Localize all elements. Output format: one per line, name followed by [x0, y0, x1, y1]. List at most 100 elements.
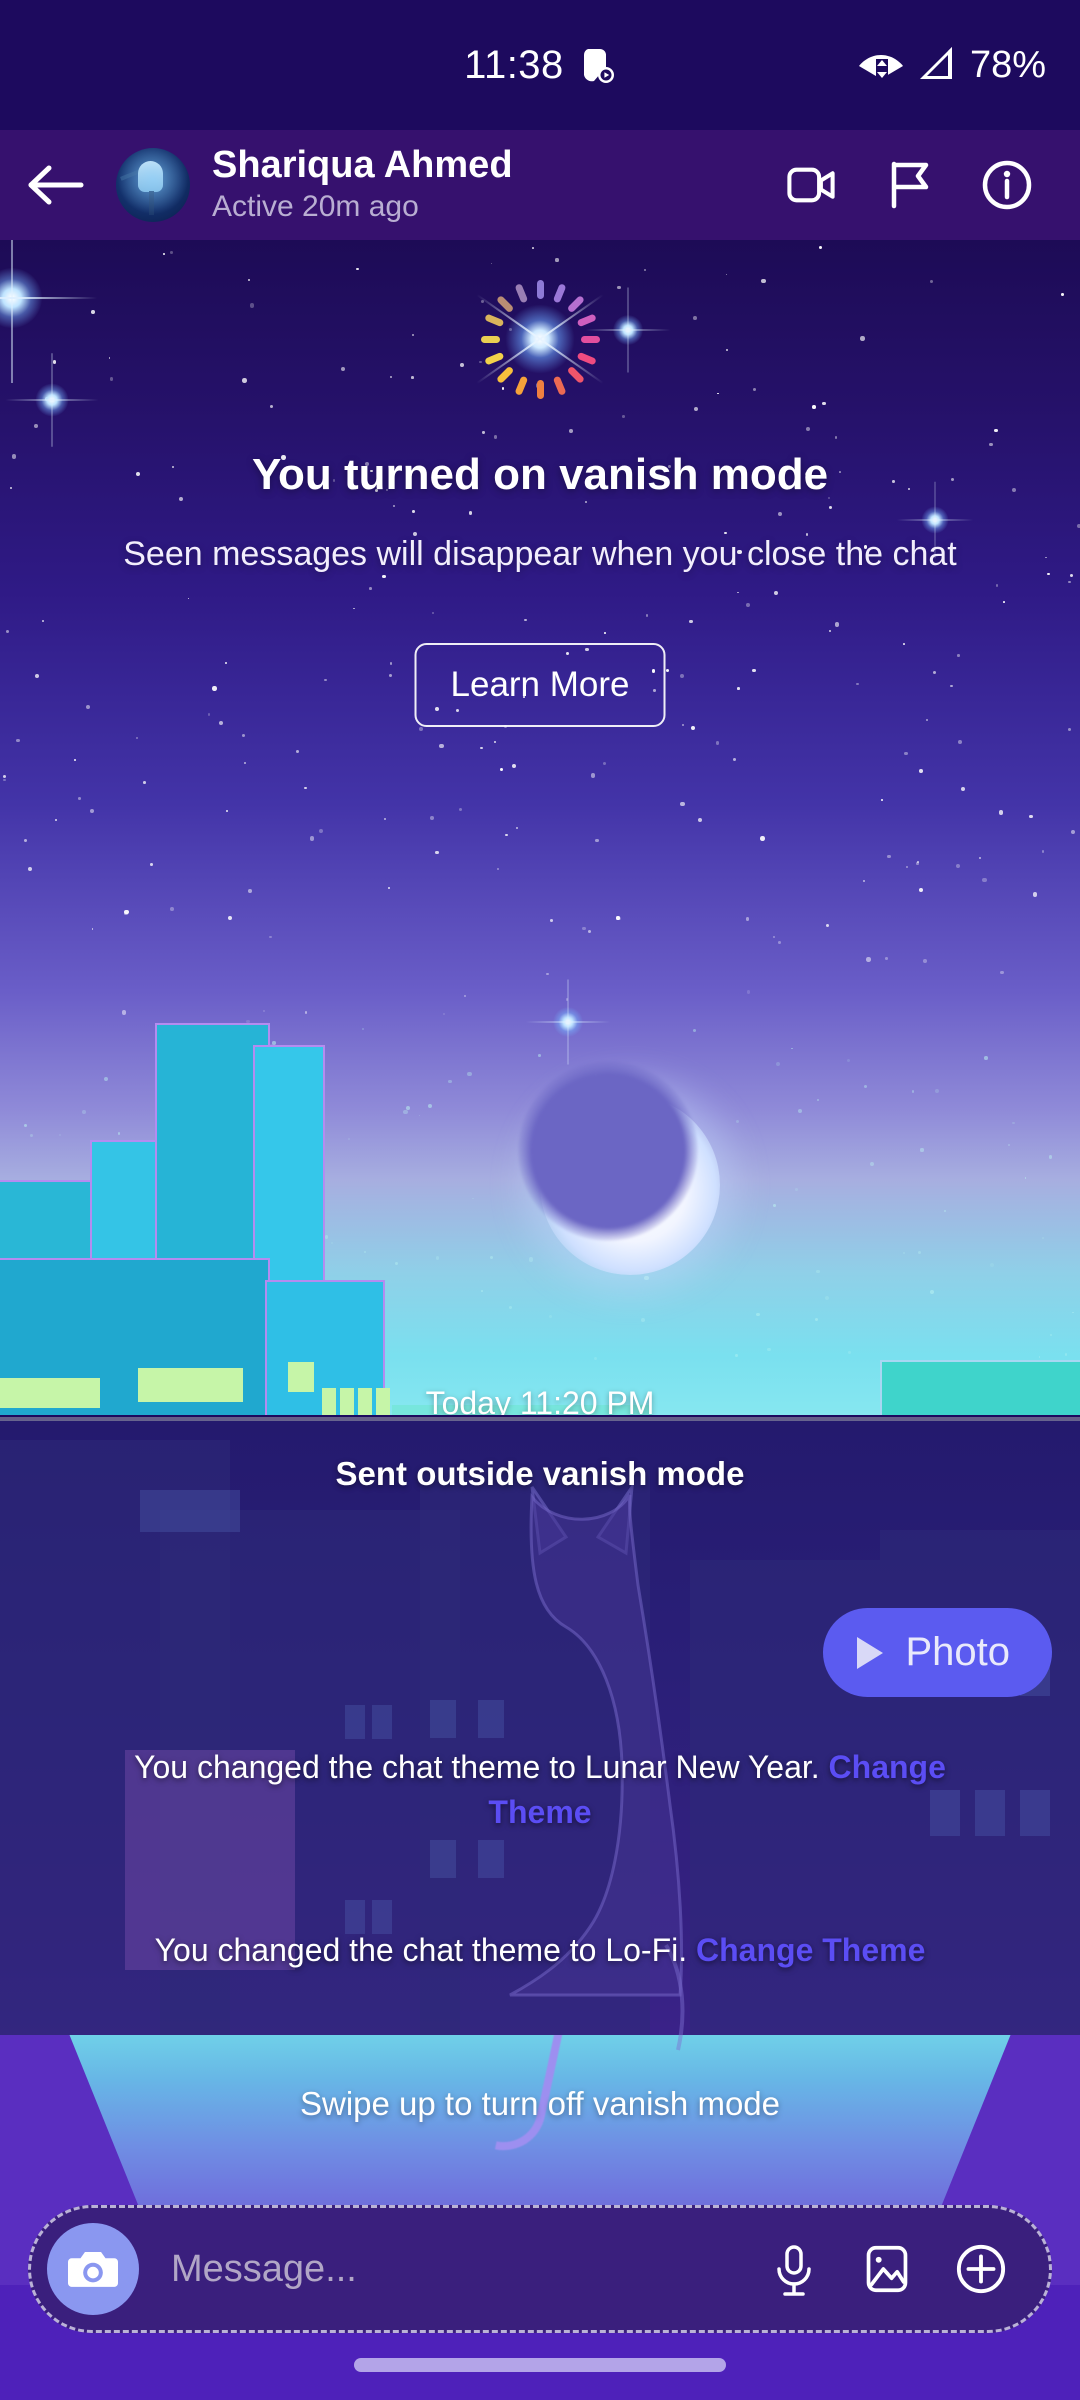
message-composer — [28, 2205, 1052, 2333]
star — [887, 854, 891, 859]
video-call-icon[interactable] — [784, 158, 838, 212]
star — [471, 1197, 474, 1200]
battery-percent: 78% — [969, 43, 1046, 86]
star — [1070, 830, 1075, 835]
message-input[interactable] — [171, 2247, 771, 2291]
star — [689, 619, 694, 624]
star — [23, 1123, 28, 1127]
change-theme-link[interactable]: Change Theme — [696, 1932, 925, 1968]
star — [242, 378, 247, 383]
flag-icon[interactable] — [882, 158, 936, 212]
star — [828, 506, 832, 510]
star — [778, 941, 782, 945]
star — [121, 1010, 127, 1015]
star — [78, 797, 81, 800]
ring-dash — [483, 351, 504, 366]
star — [27, 866, 32, 871]
star — [529, 1257, 534, 1262]
star — [819, 246, 823, 250]
star — [602, 761, 607, 766]
star — [459, 363, 464, 367]
star — [135, 736, 138, 739]
star — [697, 818, 702, 823]
star — [218, 720, 223, 725]
star — [1068, 580, 1072, 584]
star — [34, 424, 39, 429]
back-button[interactable] — [0, 162, 110, 208]
avatar[interactable] — [116, 148, 190, 222]
star — [247, 279, 250, 281]
star — [791, 1047, 793, 1050]
star — [319, 829, 324, 833]
star — [916, 862, 920, 866]
star — [717, 392, 719, 395]
star — [816, 1099, 819, 1101]
chat-header: Shariqua Ahmed Active 20m ago — [0, 130, 1080, 240]
star — [117, 1132, 121, 1135]
star — [773, 936, 776, 939]
star — [15, 738, 20, 743]
microphone-icon[interactable] — [771, 2243, 823, 2296]
star — [395, 1261, 399, 1265]
star — [822, 401, 826, 406]
star — [756, 1312, 760, 1316]
star — [489, 1255, 493, 1259]
star — [880, 798, 884, 802]
star — [767, 1347, 771, 1351]
contact-info[interactable]: Shariqua Ahmed Active 20m ago — [212, 145, 784, 224]
dark-window — [430, 1700, 456, 1738]
star — [52, 360, 57, 364]
star — [393, 505, 396, 508]
star — [930, 280, 934, 284]
camera-button[interactable] — [47, 2223, 139, 2315]
star — [604, 632, 607, 634]
star — [383, 817, 387, 821]
star — [356, 267, 360, 271]
photo-message-bubble[interactable]: Photo — [823, 1608, 1052, 1697]
star — [645, 614, 648, 617]
theme-change-text: You changed the chat theme to Lo-Fi. — [154, 1932, 688, 1968]
star — [124, 912, 128, 916]
star-glow-left-2 — [5, 353, 99, 447]
star — [692, 1028, 697, 1033]
info-icon[interactable] — [980, 158, 1034, 212]
star — [760, 836, 765, 841]
star — [726, 349, 729, 352]
dark-window — [140, 1490, 240, 1532]
star — [994, 428, 998, 433]
moon-shadow — [518, 1061, 698, 1241]
learn-more-button[interactable]: Learn More — [414, 643, 666, 727]
home-indicator[interactable] — [354, 2358, 726, 2372]
star — [468, 511, 473, 516]
star — [812, 405, 816, 409]
ring-dash — [552, 282, 567, 303]
star — [918, 887, 923, 892]
star — [816, 1269, 820, 1274]
gallery-icon[interactable] — [863, 2243, 915, 2295]
star — [163, 252, 166, 255]
vanish-mode-panel: You turned on vanish mode Seen messages … — [0, 240, 1080, 1415]
plus-icon[interactable] — [955, 2243, 1007, 2295]
ring-dash — [483, 312, 504, 327]
avatar-art-glow — [116, 148, 190, 222]
star — [957, 654, 960, 657]
star — [834, 436, 838, 439]
star — [330, 1241, 334, 1244]
star — [960, 786, 965, 791]
star — [1042, 1236, 1045, 1239]
theme-change-text: You changed the chat theme to Lunar New … — [134, 1749, 820, 1785]
star — [109, 377, 113, 381]
star — [984, 1056, 988, 1060]
star — [681, 723, 684, 727]
star — [212, 686, 217, 691]
star — [666, 669, 670, 673]
star — [508, 1305, 512, 1309]
star — [745, 917, 750, 921]
star — [35, 674, 40, 679]
star — [430, 816, 434, 820]
star-glow-left — [0, 240, 97, 383]
star — [73, 758, 77, 762]
star — [149, 862, 153, 866]
star — [494, 741, 497, 744]
star — [828, 629, 831, 632]
